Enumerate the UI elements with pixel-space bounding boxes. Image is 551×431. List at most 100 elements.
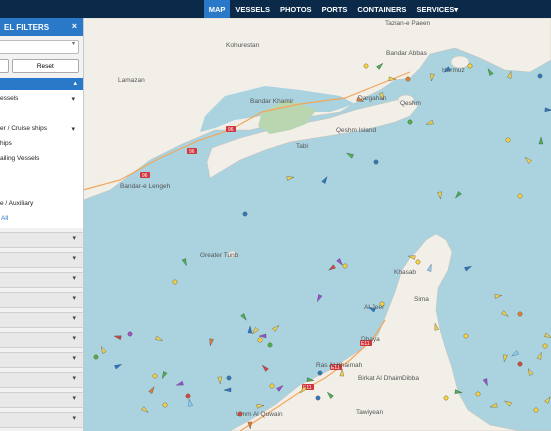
place-label: Kohurestan: [226, 42, 260, 49]
nav-vessels[interactable]: VESSELS: [230, 0, 275, 18]
chevron-down-icon: ▾: [71, 41, 75, 47]
filter-section-collapsed[interactable]: ▾: [0, 372, 83, 388]
place-label: Dibba: [402, 375, 419, 382]
chevron-down-icon: ▾: [72, 395, 76, 402]
chevron-down-icon: ▾: [72, 235, 76, 242]
collapsed-filter-sections: ▾▾▾▾▾▾▾▾▾▾▾: [0, 232, 83, 431]
type-row[interactable]: hips: [0, 136, 83, 151]
vessel-marker[interactable]: [317, 370, 323, 376]
vessel-marker[interactable]: [162, 402, 168, 408]
filter-section-collapsed[interactable]: ▾: [0, 232, 83, 248]
vessel-types-list: essels ▾ er / Cruise ships ▾ hips ailing V…: [0, 90, 83, 228]
chevron-down-icon: ▾: [72, 315, 76, 322]
place-label: Khasab: [394, 269, 416, 276]
filters-title: EL FILTERS: [4, 22, 50, 32]
type-row[interactable]: [0, 181, 83, 196]
place-label: Tabl: [296, 143, 308, 150]
apply-button[interactable]: [0, 59, 9, 73]
nav-map[interactable]: MAP: [203, 0, 231, 18]
vessel-marker[interactable]: [185, 393, 191, 399]
vessel-marker[interactable]: [379, 301, 385, 307]
type-row[interactable]: essels ▾: [0, 91, 83, 106]
place-label: Birkat Al Dhaim: [358, 375, 402, 382]
vessel-marker[interactable]: [405, 76, 411, 82]
vessel-filters-panel: EL FILTERS × ▾ Reset ▴ essels ▾ er / Crui…: [0, 18, 84, 431]
place-label: Bandar Abbas: [386, 50, 428, 57]
vessel-marker[interactable]: [237, 411, 243, 417]
vessel-marker[interactable]: [533, 407, 539, 413]
filter-section-collapsed[interactable]: ▾: [0, 312, 83, 328]
place-label: Ras Al Khaimah: [316, 362, 363, 369]
vessel-marker[interactable]: [517, 311, 523, 317]
vessel-marker[interactable]: [467, 63, 473, 69]
vessel-marker[interactable]: [537, 73, 543, 79]
vessel-marker[interactable]: [517, 193, 523, 199]
filter-section-collapsed[interactable]: ▾: [0, 412, 83, 428]
chevron-down-icon: ▾: [72, 375, 76, 382]
chevron-down-icon: ▾: [72, 275, 76, 282]
filter-section-collapsed[interactable]: ▾: [0, 292, 83, 308]
filter-section-collapsed[interactable]: ▾: [0, 252, 83, 268]
chevron-down-icon: ▾: [71, 125, 75, 133]
vessel-marker[interactable]: [542, 343, 548, 349]
vessel-marker[interactable]: [415, 259, 421, 265]
chevron-down-icon: ▾: [72, 295, 76, 302]
vessel-types-header[interactable]: ▴: [0, 78, 83, 90]
vessel-marker[interactable]: [407, 119, 413, 125]
vessel-marker[interactable]: [463, 333, 469, 339]
vessel-marker[interactable]: [373, 159, 379, 165]
place-label: Tawiyean: [356, 409, 383, 416]
vessel-marker[interactable]: [269, 383, 275, 389]
filter-preset-select[interactable]: ▾: [0, 40, 79, 54]
vessel-marker[interactable]: [267, 342, 273, 348]
filter-section-collapsed[interactable]: ▾: [0, 272, 83, 288]
vessel-marker[interactable]: [127, 331, 133, 337]
vessel-marker[interactable]: [315, 395, 321, 401]
place-label: Qeshm Island: [336, 127, 376, 134]
filter-section-collapsed[interactable]: ▾: [0, 352, 83, 368]
close-icon[interactable]: ×: [72, 21, 77, 31]
vessel-marker[interactable]: [475, 391, 481, 397]
chevron-down-icon: ▾: [72, 335, 76, 342]
filter-section-collapsed[interactable]: ▾: [0, 332, 83, 348]
type-row[interactable]: e / Auxiliary: [0, 196, 83, 211]
vessel-marker[interactable]: [363, 63, 369, 69]
chevron-up-icon: ▴: [73, 80, 77, 87]
top-navigation-bar: MAP VESSELS PHOTOS PORTS CONTAINERS SERV…: [0, 0, 551, 18]
place-label: Sima: [414, 296, 429, 303]
place-label: Bandar-e Lengeh: [120, 183, 171, 190]
vessel-marker[interactable]: [257, 337, 263, 343]
nav-photos[interactable]: PHOTOS: [275, 0, 317, 18]
vessel-marker[interactable]: [242, 211, 248, 217]
type-row[interactable]: ailing Vessels: [0, 151, 83, 166]
nav-ports[interactable]: PORTS: [317, 0, 353, 18]
vessel-marker[interactable]: [342, 263, 348, 269]
place-label: Bandar Khamir: [250, 98, 294, 105]
vessel-marker[interactable]: [172, 279, 178, 285]
vessel-marker[interactable]: [152, 373, 158, 379]
svg-text:96: 96: [228, 127, 234, 133]
type-row[interactable]: er / Cruise ships ▾: [0, 121, 83, 136]
type-row[interactable]: [0, 106, 83, 121]
filter-actions: Reset: [0, 59, 79, 73]
place-label: Tazian-e Paeen: [385, 20, 431, 27]
nav-services[interactable]: SERVICES▾: [411, 0, 463, 18]
chevron-down-icon: ▾: [72, 415, 76, 422]
reset-button[interactable]: Reset: [11, 59, 79, 73]
chevron-down-icon: ▾: [71, 95, 75, 103]
type-row[interactable]: [0, 166, 83, 181]
svg-text:96: 96: [189, 149, 195, 155]
select-all-link[interactable]: All: [0, 215, 83, 222]
vessel-marker[interactable]: [517, 361, 523, 367]
vessel-marker[interactable]: [443, 395, 449, 401]
filter-section-collapsed[interactable]: ▾: [0, 392, 83, 408]
place-label: Umm Al Quwain: [236, 411, 283, 418]
filters-header: EL FILTERS ×: [0, 18, 83, 36]
vessel-marker[interactable]: [93, 354, 99, 360]
main-nav: MAP VESSELS PHOTOS PORTS CONTAINERS SERV…: [203, 0, 463, 18]
place-label: Dhaya: [361, 336, 380, 343]
vessel-marker[interactable]: [226, 375, 232, 381]
nav-containers[interactable]: CONTAINERS: [352, 0, 411, 18]
vessel-marker[interactable]: [505, 137, 511, 143]
place-label: Qeshm: [400, 100, 421, 107]
